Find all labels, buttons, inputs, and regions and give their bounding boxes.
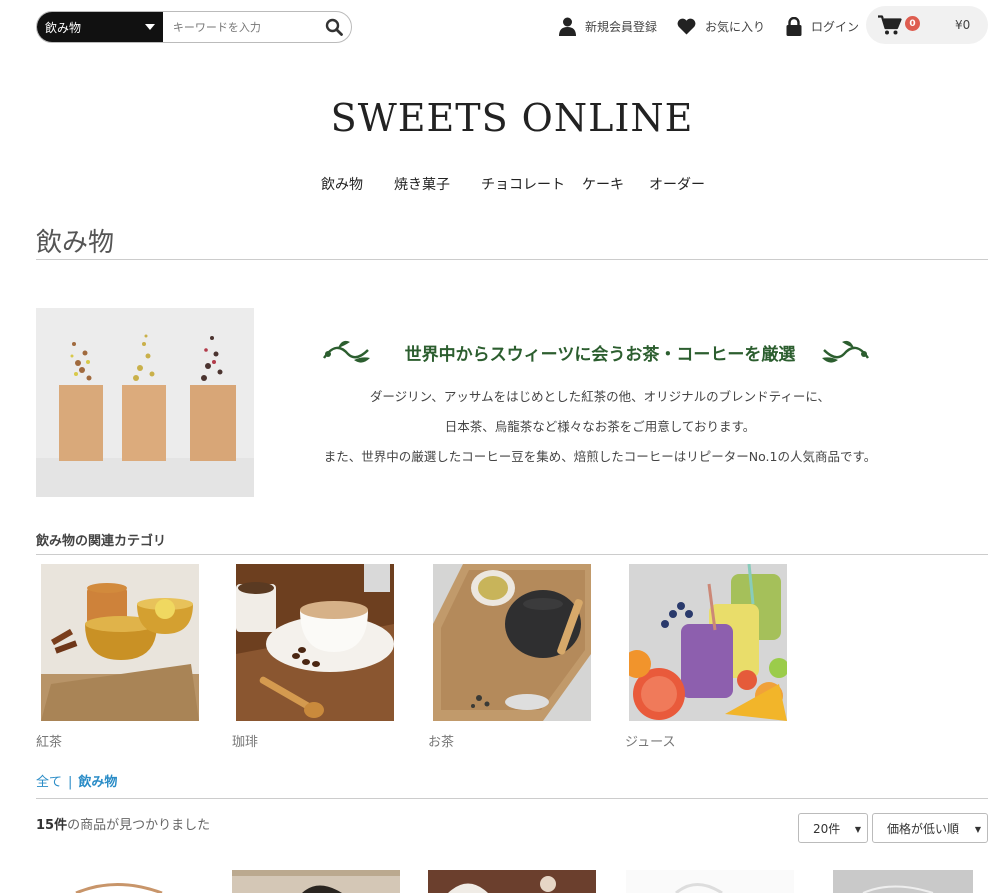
breadcrumb-separator: |: [68, 775, 73, 790]
right-vine-ornament-icon: [822, 340, 869, 363]
per-page-caret-icon: ▼: [854, 825, 861, 834]
product-image-1[interactable]: [36, 870, 204, 893]
category-image-black-tea[interactable]: [41, 564, 199, 721]
per-page-value: 20件: [813, 821, 841, 836]
favorites-link[interactable]: お気に入り: [677, 16, 765, 36]
title-divider: [36, 259, 988, 260]
caret-down-icon: [144, 24, 155, 30]
page-title: 飲み物: [36, 228, 115, 258]
breadcrumb-all-link[interactable]: 全て: [36, 775, 62, 790]
keyword-input[interactable]: [162, 12, 318, 42]
breadcrumb-divider: [36, 798, 988, 799]
promo-title: 世界中からスウィーツに会うお茶・コーヒーを厳選: [404, 345, 796, 365]
category-label-black-tea[interactable]: 紅茶: [36, 731, 62, 750]
per-page-select[interactable]: 20件 ▼: [798, 813, 868, 843]
cart-count-badge: 0: [905, 16, 920, 31]
sort-order-caret-icon: ▼: [974, 825, 981, 834]
product-image-4[interactable]: [626, 870, 794, 893]
product-image-3[interactable]: [428, 870, 596, 893]
breadcrumb: 全て | 飲み物: [36, 771, 117, 790]
login-label: ログイン: [811, 19, 860, 34]
heart-icon: [677, 18, 696, 34]
login-link[interactable]: ログイン: [786, 16, 859, 36]
category-label-coffee[interactable]: 珈琲: [232, 731, 258, 750]
lock-icon: [786, 16, 802, 36]
search-icon: [326, 18, 344, 36]
tea-bags-image: [36, 308, 254, 497]
favorites-label: お気に入り: [705, 19, 766, 34]
nav-drinks[interactable]: 飲み物: [321, 174, 363, 194]
product-image-5[interactable]: [833, 870, 973, 893]
result-count-suffix: の商品が見つかりました: [67, 818, 211, 833]
category-label-juice[interactable]: ジュース: [625, 731, 675, 750]
breadcrumb-current[interactable]: 飲み物: [78, 775, 117, 790]
sort-order-select[interactable]: 価格が低い順 ▼: [872, 813, 988, 843]
related-divider: [36, 554, 988, 555]
category-image-japanese-tea[interactable]: [433, 564, 591, 721]
user-icon: [559, 17, 576, 36]
cart-icon: [878, 15, 902, 35]
search-button[interactable]: [318, 12, 351, 42]
category-label-japanese-tea[interactable]: お茶: [428, 731, 454, 750]
sort-order-value: 価格が低い順: [887, 821, 960, 836]
register-link[interactable]: 新規会員登録: [559, 16, 657, 36]
promo-text-line-2: 日本茶、烏龍茶など様々なお茶をご用意しております。: [444, 419, 756, 434]
nav-baked-goods[interactable]: 焼き菓子: [394, 174, 450, 194]
category-image-juice[interactable]: [629, 564, 787, 721]
related-categories-heading: 飲み物の関連カテゴリ: [36, 534, 167, 549]
promo-text-line-3: また、世界中の厳選したコーヒー豆を集め、焙煎したコーヒーはリピーターNo.1の人…: [323, 449, 877, 464]
register-label: 新規会員登録: [585, 19, 658, 34]
promo-text-line-1: ダージリン、アッサムをはじめとした紅茶の他、オリジナルのブレンドティーに、: [369, 389, 831, 404]
nav-chocolate[interactable]: チョコレート: [481, 174, 565, 194]
category-select-value: 飲み物: [45, 20, 82, 35]
result-count-number: 15件: [36, 818, 68, 833]
result-count: 15件の商品が見つかりました: [36, 814, 210, 833]
nav-cake[interactable]: ケーキ: [582, 174, 624, 194]
product-image-2[interactable]: [232, 870, 400, 893]
cart-total: ¥0: [955, 18, 971, 32]
search-bar: 飲み物: [36, 11, 352, 43]
site-logo[interactable]: SWEETS ONLINE: [0, 96, 1000, 140]
category-image-coffee[interactable]: [236, 564, 394, 721]
nav-order[interactable]: オーダー: [649, 174, 705, 194]
category-select[interactable]: 飲み物: [37, 12, 163, 42]
